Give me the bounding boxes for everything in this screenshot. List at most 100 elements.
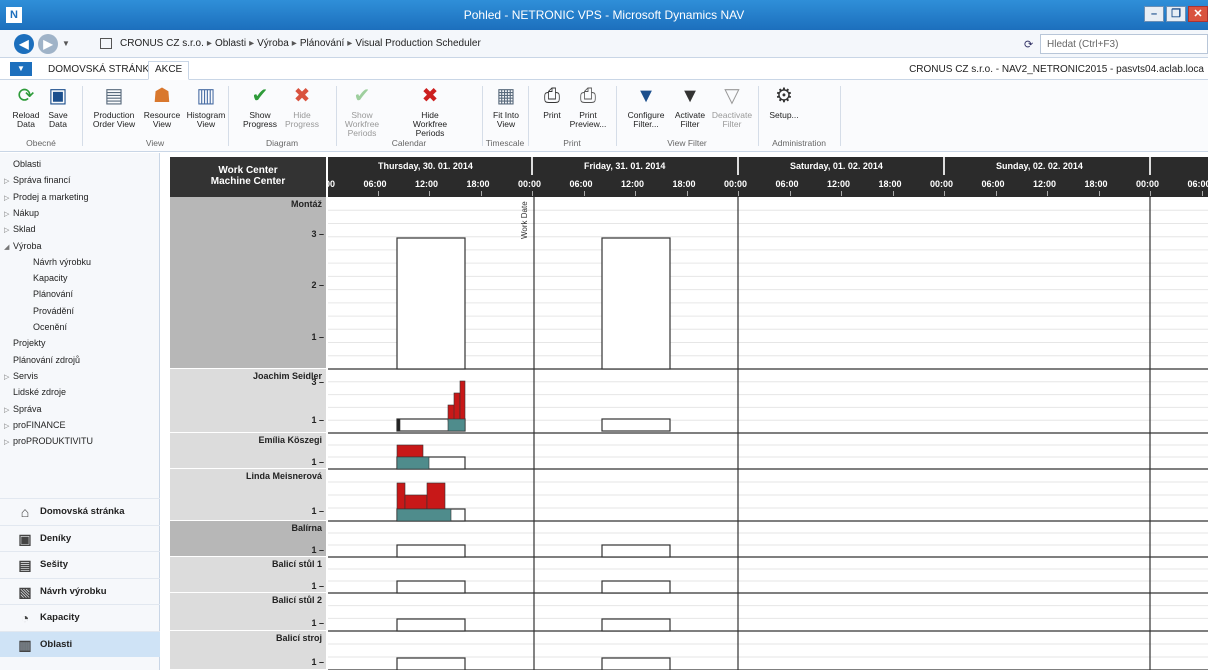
day-label: Thursday, 30. 01. 2014 bbox=[378, 161, 473, 171]
breadcrumb: CRONUS CZ s.r.o. ▸ Oblasti ▸ Výroba ▸ Plánován… bbox=[120, 38, 481, 49]
column-header-corner: Work Center Machine Center bbox=[170, 157, 326, 197]
restore-button[interactable]: ❐ bbox=[1166, 6, 1186, 22]
ribbon-group-separator bbox=[82, 86, 83, 146]
forward-button[interactable]: ▶ bbox=[38, 34, 58, 54]
nav-item[interactable]: ▷ Nákup bbox=[4, 208, 39, 218]
breadcrumb-item[interactable]: Visual Production Scheduler bbox=[355, 38, 480, 49]
row-label[interactable]: Balicí stůl 1 1 – bbox=[170, 557, 326, 593]
nav-item[interactable]: Provádění bbox=[24, 306, 74, 316]
histogram-view-button[interactable]: ▥ Histogram View bbox=[184, 84, 228, 129]
home-icon: ⌂ bbox=[20, 504, 30, 520]
nav-item[interactable]: Návrh výrobku bbox=[24, 257, 91, 267]
breadcrumb-item[interactable]: CRONUS CZ s.r.o. bbox=[120, 38, 204, 49]
button-label: Filter... bbox=[633, 119, 659, 129]
breadcrumb-separator-icon: ▸ bbox=[347, 38, 353, 49]
histogram-chart[interactable]: Work Date bbox=[328, 197, 1208, 670]
expand-icon: ▷ bbox=[4, 422, 10, 430]
nav-item-label: Lidské zdroje bbox=[13, 387, 67, 398]
histogram-icon: ▥ bbox=[196, 85, 216, 107]
resource-view-button[interactable]: ☗ Resource View bbox=[140, 84, 184, 129]
y-tick-label: 1 – bbox=[311, 332, 324, 343]
breadcrumb-item[interactable]: Oblasti bbox=[215, 38, 246, 49]
row-label[interactable]: Balicí stroj 1 – bbox=[170, 631, 326, 670]
show-progress-button[interactable]: ✔ Show Progress bbox=[238, 84, 282, 129]
hide-workfree-periods-button[interactable]: ✖ Hide Workfree Periods bbox=[408, 84, 452, 138]
ribbon-group-separator bbox=[228, 86, 229, 146]
nav-item[interactable]: ▷ Sklad bbox=[4, 224, 36, 234]
tab-actions[interactable]: AKCE bbox=[148, 61, 190, 80]
hour-label: 00:00 bbox=[930, 179, 954, 189]
day-separator bbox=[943, 157, 945, 175]
back-button[interactable]: ◀ bbox=[14, 34, 34, 54]
nav-item[interactable]: Lidské zdroje bbox=[4, 387, 66, 397]
hour-tick bbox=[789, 191, 791, 196]
nav-button[interactable]: ▥ Oblasti bbox=[0, 630, 160, 657]
history-dropdown-icon[interactable]: ▼ bbox=[62, 39, 70, 48]
window-title: Pohled - NETRONIC VPS - Microsoft Dynami… bbox=[463, 8, 745, 22]
nav-button[interactable]: ▤ Sešity bbox=[0, 551, 160, 577]
save-data-button[interactable]: ▣ Save Data bbox=[36, 84, 80, 129]
row-label[interactable]: Linda Meisnerová 1 – bbox=[170, 469, 326, 521]
nav-button[interactable]: ▣ Deníky bbox=[0, 524, 160, 551]
nav-item[interactable]: ▷ proPRODUKTIVITU bbox=[4, 436, 93, 446]
nav-item[interactable]: Projekty bbox=[4, 338, 46, 348]
expand-icon: ▷ bbox=[4, 439, 10, 447]
hide-progress-button[interactable]: ✖ Hide Progress bbox=[280, 84, 324, 129]
nav-button[interactable]: ◔ Kapacity bbox=[0, 604, 160, 630]
row-label[interactable]: Joachim Seidler 3 – 1 – bbox=[170, 369, 326, 433]
nav-item[interactable]: ▷ Servis bbox=[4, 371, 38, 381]
capacity-outline bbox=[601, 580, 671, 594]
minimize-button[interactable]: – bbox=[1144, 6, 1164, 22]
fit-into-view-button[interactable]: ▦ Fit Into View bbox=[484, 84, 528, 129]
nav-item[interactable]: Oblasti bbox=[4, 159, 41, 169]
nav-item-label: Návrh výrobku bbox=[33, 256, 92, 267]
production-order-view-button[interactable]: ▤ Production Order View bbox=[92, 84, 136, 129]
load-bar bbox=[404, 494, 428, 510]
application-menu-button[interactable]: ▼ bbox=[10, 62, 32, 76]
capacity-outline bbox=[396, 618, 466, 632]
hour-label: 18:00 bbox=[878, 179, 902, 189]
load-bar bbox=[396, 444, 424, 458]
show-workfree-periods-button[interactable]: ✔ Show Workfree Periods bbox=[340, 84, 384, 138]
day-label: Sunday, 02. 02. 2014 bbox=[996, 161, 1083, 171]
search-input[interactable]: Hledat (Ctrl+F3) bbox=[1040, 34, 1208, 54]
ribbon-group-label: Diagram bbox=[265, 138, 299, 148]
nav-item[interactable]: ▷ Prodej a marketing bbox=[4, 192, 89, 202]
timescale-header[interactable]: Thursday, 30. 01. 2014 Friday, 31. 01. 20… bbox=[328, 157, 1208, 197]
breadcrumb-item[interactable]: Výroba bbox=[257, 38, 289, 49]
hour-tick bbox=[738, 191, 739, 196]
y-tick-label: 3 – bbox=[311, 228, 324, 239]
breadcrumb-item[interactable]: Plánování bbox=[300, 38, 344, 49]
capacity-outline bbox=[601, 418, 671, 432]
nav-item-label: Správa financí bbox=[13, 175, 71, 186]
print-preview-button[interactable]: ⎙ Print Preview... bbox=[566, 84, 610, 129]
nav-item[interactable]: Ocenění bbox=[24, 322, 67, 332]
activate-filter-button[interactable]: ▼ Activate Filter bbox=[668, 84, 712, 129]
nav-item[interactable]: Plánování zdrojů bbox=[4, 355, 80, 365]
nav-item[interactable]: ▷ proFINANCE bbox=[4, 420, 66, 430]
button-label: Filter bbox=[680, 119, 700, 129]
refresh-icon[interactable]: ⟳ bbox=[1024, 38, 1033, 51]
row-label[interactable]: Montáž 3 – 2 – 1 – bbox=[170, 197, 326, 369]
ribbon-group-separator bbox=[528, 86, 529, 146]
nav-item[interactable]: ▷ Správa bbox=[4, 404, 42, 414]
tab-home[interactable]: DOMOVSKÁ STRÁNKA bbox=[42, 62, 162, 77]
load-bar bbox=[426, 482, 446, 510]
nav-item[interactable]: Kapacity bbox=[24, 273, 68, 283]
configure-filter-button[interactable]: ▼ Configure Filter... bbox=[624, 84, 668, 129]
nav-item[interactable]: ◢ Výroba bbox=[4, 241, 42, 251]
setup-button[interactable]: ⚙ Setup... bbox=[762, 84, 806, 120]
nav-button[interactable]: ⌂ Domovská stránka bbox=[0, 498, 160, 524]
nav-button[interactable]: ▧ Návrh výrobku bbox=[0, 577, 160, 604]
nav-item[interactable]: Plánování bbox=[24, 289, 73, 299]
nav-item[interactable]: ▷ Správa financí bbox=[4, 175, 71, 185]
close-button[interactable]: ✕ bbox=[1188, 6, 1208, 22]
row-label[interactable]: Balírna 1 – bbox=[170, 521, 326, 557]
progress-bar bbox=[447, 418, 466, 432]
row-label[interactable]: Emília Köszegi 1 – bbox=[170, 433, 326, 469]
machine-center-header: Machine Center bbox=[210, 176, 286, 187]
progress-bar bbox=[396, 508, 452, 522]
row-label[interactable]: Balicí stůl 2 1 – bbox=[170, 593, 326, 631]
deactivate-filter-button[interactable]: ▽ Deactivate Filter bbox=[710, 84, 754, 129]
filter-icon: ▼ bbox=[636, 85, 656, 107]
